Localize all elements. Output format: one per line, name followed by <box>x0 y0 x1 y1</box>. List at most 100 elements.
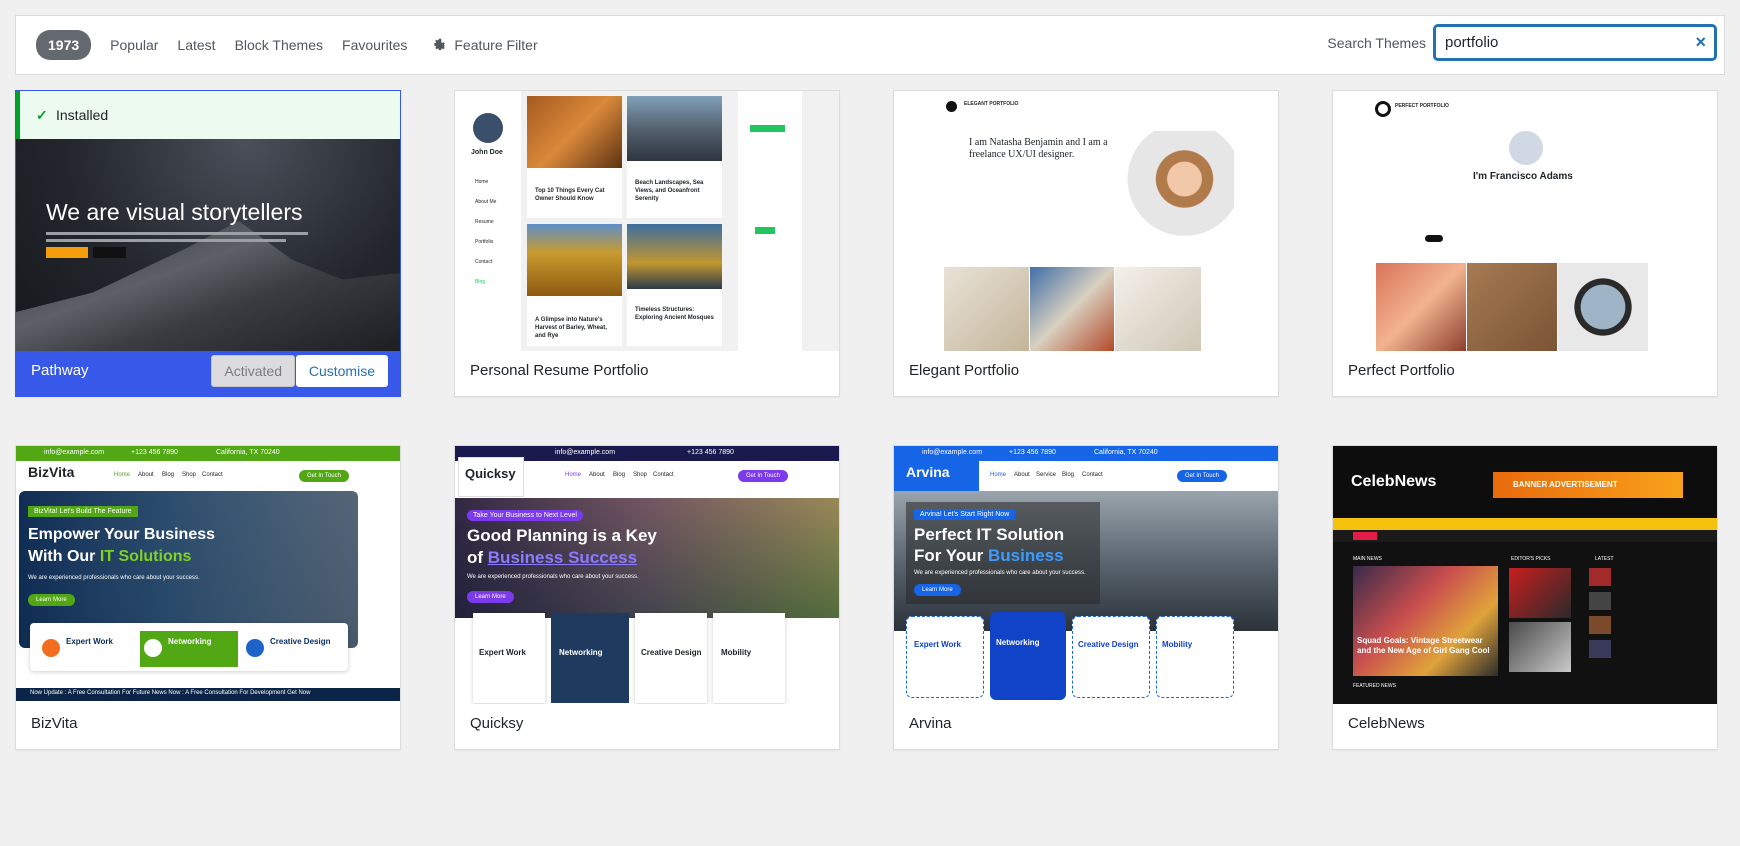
preview-logo: BizVita <box>28 464 75 480</box>
theme-name: Quicksy <box>470 715 524 732</box>
theme-count-badge: 1973 <box>36 30 92 60</box>
preview-cta-button: Get In Touch <box>738 470 788 482</box>
preview-headline: I'm Francisco Adams <box>1473 171 1573 182</box>
preview-location: California, TX 70240 <box>1094 449 1158 456</box>
preview-pill <box>1425 235 1443 242</box>
theme-filter-bar: 1973 Popular Latest Block Themes Favouri… <box>15 15 1725 75</box>
theme-screenshot[interactable]: info@example.com +123 456 7890 Californi… <box>894 446 1278 704</box>
feature-box <box>713 613 785 703</box>
gallery-image <box>1558 263 1648 351</box>
gallery-image <box>1467 263 1557 351</box>
installed-label: Installed <box>56 107 109 123</box>
feature-title: Networking <box>168 637 212 646</box>
theme-name: CelebNews <box>1348 715 1425 732</box>
preview-logo: Arvina <box>906 464 950 480</box>
feature-box <box>551 613 629 703</box>
preview-logo: ELEGANT PORTFOLIO <box>964 101 1019 107</box>
tab-block-themes[interactable]: Block Themes <box>235 37 323 53</box>
theme-name: Perfect Portfolio <box>1348 362 1455 379</box>
section-label: MAIN NEWS <box>1353 556 1382 562</box>
theme-card-pathway[interactable]: We are visual storytellers ✓ Installed P… <box>15 90 401 397</box>
preview-nav-item: Service <box>1036 472 1057 478</box>
preview-headline: Empower Your Business <box>28 526 216 543</box>
feature-title: Networking <box>996 638 1040 647</box>
theme-card-elegant-portfolio[interactable]: ELEGANT PORTFOLIO I am Natasha Benjamin … <box>893 90 1279 397</box>
theme-screenshot[interactable]: CelebNews BANNER ADVERTISEMENT MAIN NEWS… <box>1333 446 1717 704</box>
feature-title: Expert Work <box>914 640 961 649</box>
preview-headline: of Business Success <box>467 548 637 568</box>
preview-headline-accent: IT Solutions <box>99 548 192 565</box>
post-card <box>627 224 722 346</box>
gallery-image <box>1376 263 1466 351</box>
preview-email: info@example.com <box>555 449 616 456</box>
feature-title: Mobility <box>721 648 752 657</box>
feature-box <box>906 616 984 698</box>
feature-icon <box>246 639 264 657</box>
red-tag <box>1353 532 1377 540</box>
preview-nav-item: Shop <box>633 472 648 478</box>
preview-subtitle: We are experienced professionals who car… <box>467 574 639 580</box>
theme-card-celebnews[interactable]: CelebNews BANNER ADVERTISEMENT MAIN NEWS… <box>1332 445 1718 750</box>
theme-card-quicksy[interactable]: info@example.com +123 456 7890 Quicksy H… <box>454 445 840 750</box>
theme-screenshot[interactable]: info@example.com +123 456 7890 Quicksy H… <box>455 446 839 704</box>
theme-card-arvina[interactable]: info@example.com +123 456 7890 Californi… <box>893 445 1279 750</box>
search-input[interactable] <box>1434 25 1716 60</box>
preview-nav-item: Home <box>565 472 582 478</box>
gear-icon <box>434 38 447 51</box>
search-box: × <box>1434 25 1716 60</box>
feature-title: Creative Design <box>270 637 331 646</box>
tab-popular[interactable]: Popular <box>110 37 158 53</box>
customise-button[interactable]: Customise <box>295 355 388 387</box>
preview-nav-item: Home <box>475 179 489 185</box>
preview-headline: With Our IT Solutions <box>28 548 191 566</box>
section-label: LATEST <box>1595 556 1614 562</box>
feature-filter-button[interactable]: Feature Filter <box>433 37 538 53</box>
preview-phone: +123 456 7890 <box>1009 449 1056 456</box>
preview-nav-item: Portfolio <box>475 239 494 245</box>
post-title: Beach Landscapes, Sea Views, and Oceanfr… <box>635 180 704 202</box>
preview-headline: Good Planning is a Key <box>467 526 657 545</box>
theme-card-bizvita[interactable]: info@example.com +123 456 7890 Californi… <box>15 445 401 750</box>
feature-title: Expert Work <box>66 637 113 646</box>
theme-name: BizVita <box>31 715 78 732</box>
preview-headline-part: With Our <box>28 548 100 565</box>
preview-ticker-text: Now Update : A Free Consultation For Fut… <box>30 690 311 696</box>
preview-person-name: John Doe <box>471 149 503 156</box>
logo-icon <box>1375 101 1391 117</box>
preview-cta-button: Get In Touch <box>1177 470 1227 482</box>
feature-title: Creative Design <box>1078 640 1139 649</box>
preview-phone: +123 456 7890 <box>687 449 734 456</box>
preview-dark-button <box>93 247 126 258</box>
preview-text-lines <box>46 232 308 235</box>
preview-nav-item: Blog <box>613 472 626 478</box>
thumb-image <box>1509 622 1571 672</box>
preview-nav <box>1333 518 1717 530</box>
preview-tagline: Take Your Business to Next Level <box>467 510 583 521</box>
preview-subtitle: We are experienced professionals who car… <box>28 575 200 581</box>
feature-box <box>635 613 707 703</box>
banner-ad-text: BANNER ADVERTISEMENT <box>1513 480 1618 489</box>
theme-screenshot[interactable]: ELEGANT PORTFOLIO I am Natasha Benjamin … <box>894 91 1278 351</box>
post-title: A Glimpse into Nature's Harvest of Barle… <box>535 317 607 339</box>
theme-screenshot[interactable]: info@example.com +123 456 7890 Californi… <box>16 446 400 704</box>
preview-tagline: BizVita! Let's Build The Feature <box>28 506 138 517</box>
theme-screenshot[interactable]: PERFECT PORTFOLIO I'm Francisco Adams <box>1333 91 1717 351</box>
feature-title: Expert Work <box>479 648 526 657</box>
preview-phone: +123 456 7890 <box>131 449 178 456</box>
thumb-image <box>1589 616 1611 634</box>
preview-cta-button: Get In Touch <box>299 470 349 482</box>
theme-card-perfect-portfolio[interactable]: PERFECT PORTFOLIO I'm Francisco Adams Pe… <box>1332 90 1718 397</box>
main-story-image <box>1353 566 1498 676</box>
feature-icon <box>144 639 162 657</box>
close-icon[interactable]: × <box>1695 32 1706 53</box>
preview-learn-button: Learn More <box>28 594 75 606</box>
tab-latest[interactable]: Latest <box>177 37 215 53</box>
preview-nav-item: About <box>138 472 154 478</box>
preview-nav-item: About <box>589 472 605 478</box>
tab-favourites[interactable]: Favourites <box>342 37 407 53</box>
theme-screenshot[interactable]: John Doe Home About Me Resume Portfolio … <box>455 91 839 351</box>
theme-card-personal-resume-portfolio[interactable]: John Doe Home About Me Resume Portfolio … <box>454 90 840 397</box>
story-title: Squad Goals: Vintage Streetwear and the … <box>1357 636 1490 655</box>
thumb-image <box>1589 592 1611 610</box>
theme-name: Elegant Portfolio <box>909 362 1020 379</box>
